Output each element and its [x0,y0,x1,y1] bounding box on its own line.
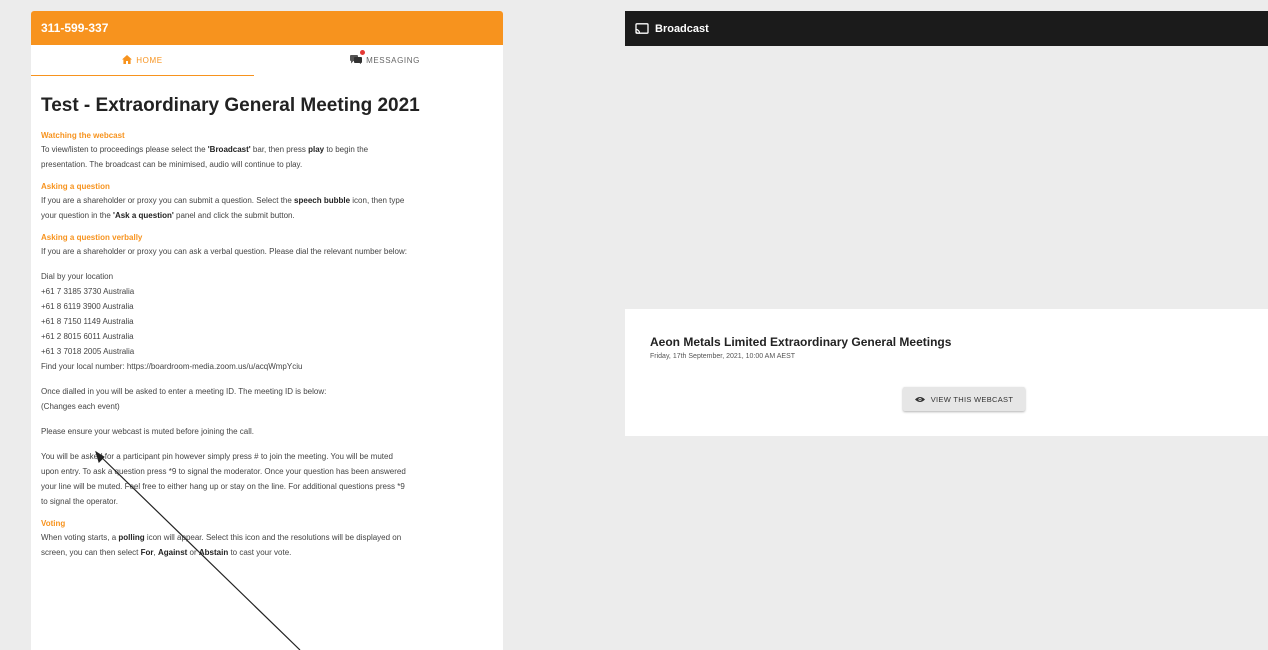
dial-number-list: +61 7 3185 3730 Australia +61 8 6119 3900… [41,284,493,359]
dial-intro: Dial by your location [41,272,114,281]
chat-bubbles-icon [350,50,366,66]
section-body: To view/listen to proceedings please sel… [41,142,493,172]
page-title: Test - Extraordinary General Meeting 202… [41,95,420,116]
section-line: your question in the 'Ask a question' pa… [41,208,493,223]
pin-note-line: to signal the operator. [41,497,118,506]
body-text: to begin the [324,145,369,154]
view-webcast-button[interactable]: VIEW THIS WEBCAST [903,387,1025,411]
pin-note-line: You will be asked for a participant pin … [41,452,393,461]
body-text: To view/listen to proceedings please sel… [41,145,208,154]
mute-note: Please ensure your webcast is muted befo… [41,427,255,436]
broadcast-label: Broadcast [655,22,709,35]
emphasis-text: 'Ask a question' [113,211,174,220]
voting-heading: Voting [41,519,66,528]
section-line: presentation. The broadcast can be minim… [41,157,493,172]
voting-text: When voting starts, a polling icon will … [41,530,493,560]
emphasis-text: play [308,145,325,154]
section-heading: Watching the webcast [41,131,125,140]
emphasis-text: Against [157,548,188,557]
section-heading: Asking a question verbally [41,233,143,242]
info-content: Test - Extraordinary General Meeting 202… [31,75,503,560]
pin-note-line: your line will be muted. Feel free to ei… [41,482,405,491]
tab-messaging[interactable]: MESSAGING [267,45,503,75]
pin-note-line: upon entry. To ask a question press *9 t… [41,467,406,476]
event-date: Friday, 17th September, 2021, 10:00 AM A… [650,353,796,360]
body-text: presentation. The broadcast can be minim… [41,160,303,169]
eye-icon [914,396,925,403]
dial-number: +61 8 7150 1149 Australia [41,317,134,326]
body-text: or [187,548,199,557]
meeting-id-note: Once dialled in you will be asked to ent… [41,384,493,414]
dial-block: Dial by your location +61 7 3185 3730 Au… [41,269,493,374]
dial-number: +61 7 3185 3730 Australia [41,287,135,296]
emphasis-text: Abstain [198,548,229,557]
home-icon [122,54,133,66]
session-info-panel: 311-599-337 HOME MESSAGING Test - Extrao… [31,11,503,650]
section-line: To view/listen to proceedings please sel… [41,142,493,157]
emphasis-text: speech bubble [294,196,351,205]
meeting-id-change: (Changes each event) [41,402,120,411]
section-heading: Asking a question [41,182,110,191]
emphasis-text: polling [118,533,145,542]
emphasis-text: For [140,548,154,557]
panel-tabs: HOME MESSAGING [31,45,503,76]
tab-messaging-label: MESSAGING [366,55,420,65]
dial-number: +61 3 7018 2005 Australia [41,347,135,356]
body-text: to cast your vote. [228,548,292,557]
emphasis-text: 'Broadcast' [207,145,251,154]
instruction-sections: Watching the webcast To view/listen to pr… [41,131,493,259]
view-webcast-label: VIEW THIS WEBCAST [930,394,1014,404]
body-text: panel and click the submit button. [173,211,295,220]
body-text: icon, then type [350,196,405,205]
voting-line: When voting starts, a polling icon will … [41,530,493,545]
event-title: Aeon Metals Limited Extraordinary Genera… [650,335,952,349]
body-text: bar, then press [250,145,309,154]
event-card: Aeon Metals Limited Extraordinary Genera… [625,309,1268,436]
pin-note: You will be asked for a participant pin … [41,449,493,509]
dial-number: +61 8 6119 3900 Australia [41,302,134,311]
tab-home[interactable]: HOME [31,45,254,76]
cast-icon [635,23,649,34]
local-number-link: Find your local number: https://boardroo… [41,362,303,371]
body-text: If you are a shareholder or proxy you ca… [41,196,295,205]
body-text: If you are a shareholder or proxy you ca… [41,247,407,256]
broadcast-bar[interactable]: Broadcast [625,11,1268,46]
section-body: If you are a shareholder or proxy you ca… [41,193,493,223]
body-text: icon will appear. Select this icon and t… [144,533,402,542]
dial-number: +61 2 8015 6011 Australia [41,332,134,341]
body-text: When voting starts, a [41,533,119,542]
broadcast-panel: Broadcast Aeon Metals Limited Extraordin… [625,11,1268,650]
section-body: If you are a shareholder or proxy you ca… [41,244,493,259]
section-line: If you are a shareholder or proxy you ca… [41,244,493,259]
meeting-id-line: Once dialled in you will be asked to ent… [41,387,327,396]
notification-dot [360,50,366,55]
body-text: screen, you can then select [41,548,141,557]
voting-line: screen, you can then select For, Against… [41,545,493,560]
tab-home-label: HOME [136,55,163,65]
body-text: your question in the [41,211,114,220]
section-line: If you are a shareholder or proxy you ca… [41,193,493,208]
meeting-id-header: 311-599-337 [31,11,503,45]
